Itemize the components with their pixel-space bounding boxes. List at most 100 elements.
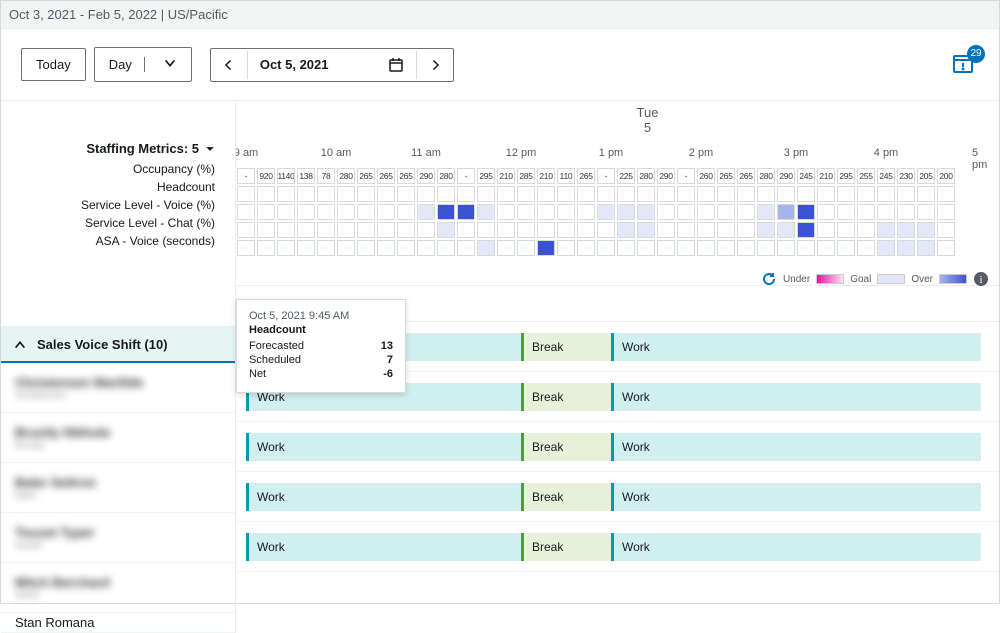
heat-cell[interactable] xyxy=(337,222,355,238)
metric-cell[interactable]: 210 xyxy=(817,168,835,184)
heat-cell[interactable] xyxy=(317,222,335,238)
heat-cell[interactable] xyxy=(897,204,915,220)
heat-cell[interactable] xyxy=(657,240,675,256)
heat-cell[interactable] xyxy=(357,222,375,238)
heat-cell[interactable] xyxy=(717,240,735,256)
metric-cell[interactable]: 920 xyxy=(257,168,275,184)
heat-cell[interactable] xyxy=(237,204,255,220)
heat-cell[interactable] xyxy=(557,240,575,256)
metric-cell[interactable]: 290 xyxy=(417,168,435,184)
schedule-bar-work[interactable]: Work xyxy=(246,483,521,511)
metrics-header[interactable]: Staffing Metrics: 5 xyxy=(1,141,235,156)
heat-cell[interactable] xyxy=(457,204,475,220)
metric-cell[interactable]: 280 xyxy=(637,168,655,184)
heat-cell[interactable] xyxy=(437,186,455,202)
heat-cell[interactable] xyxy=(577,240,595,256)
heat-cell[interactable] xyxy=(417,222,435,238)
heat-cell[interactable] xyxy=(337,240,355,256)
heat-cell[interactable] xyxy=(597,240,615,256)
heat-cell[interactable] xyxy=(677,204,695,220)
metric-cell[interactable]: 225 xyxy=(617,168,635,184)
heat-cell[interactable] xyxy=(277,204,295,220)
schedule-bar-work[interactable]: Work xyxy=(611,383,981,411)
heat-cell[interactable] xyxy=(477,222,495,238)
heat-cell[interactable] xyxy=(637,240,655,256)
heat-cell[interactable] xyxy=(357,186,375,202)
heat-cell[interactable] xyxy=(537,222,555,238)
heat-cell[interactable] xyxy=(617,186,635,202)
schedule-bar-work[interactable]: Work xyxy=(611,533,981,561)
heat-cell[interactable] xyxy=(297,240,315,256)
metric-cell[interactable]: 245 xyxy=(797,168,815,184)
heat-cell[interactable] xyxy=(237,186,255,202)
heat-cell[interactable] xyxy=(817,186,835,202)
heat-cell[interactable] xyxy=(417,204,435,220)
heat-cell[interactable] xyxy=(557,186,575,202)
agent-row[interactable]: Stan Romana xyxy=(1,613,235,633)
heat-cell[interactable] xyxy=(517,204,535,220)
heat-cell[interactable] xyxy=(497,222,515,238)
heat-cell[interactable] xyxy=(437,222,455,238)
heat-cell[interactable] xyxy=(817,240,835,256)
heat-cell[interactable] xyxy=(417,186,435,202)
schedule-bar-break[interactable]: Break xyxy=(521,533,611,561)
heat-cell[interactable] xyxy=(837,240,855,256)
metric-cell[interactable]: 138 xyxy=(297,168,315,184)
heat-cell[interactable] xyxy=(537,186,555,202)
metric-cell[interactable]: 205 xyxy=(917,168,935,184)
metric-cell[interactable]: 295 xyxy=(477,168,495,184)
heat-cell[interactable] xyxy=(297,222,315,238)
view-select[interactable]: Day xyxy=(94,47,192,82)
schedule-bar-work[interactable]: Work xyxy=(611,483,981,511)
heat-cell[interactable] xyxy=(357,204,375,220)
heat-cell[interactable] xyxy=(737,222,755,238)
heat-cell[interactable] xyxy=(557,204,575,220)
heat-cell[interactable] xyxy=(477,204,495,220)
heat-cell[interactable] xyxy=(737,186,755,202)
heat-cell[interactable] xyxy=(797,186,815,202)
metric-cell[interactable]: 290 xyxy=(657,168,675,184)
heat-cell[interactable] xyxy=(797,240,815,256)
heat-cell[interactable] xyxy=(377,204,395,220)
heat-cell[interactable] xyxy=(917,186,935,202)
heat-cell[interactable] xyxy=(877,204,895,220)
metric-cell[interactable]: - xyxy=(677,168,695,184)
heat-cell[interactable] xyxy=(577,204,595,220)
heat-cell[interactable] xyxy=(917,204,935,220)
heat-cell[interactable] xyxy=(517,186,535,202)
heat-cell[interactable] xyxy=(517,240,535,256)
heat-cell[interactable] xyxy=(717,186,735,202)
schedule-bar-work[interactable]: Work xyxy=(611,433,981,461)
metric-cell[interactable]: 290 xyxy=(777,168,795,184)
heat-cell[interactable] xyxy=(457,222,475,238)
heat-cell[interactable] xyxy=(357,240,375,256)
heat-cell[interactable] xyxy=(317,186,335,202)
heat-cell[interactable] xyxy=(397,222,415,238)
heat-cell[interactable] xyxy=(377,240,395,256)
schedule-bar-work[interactable]: Work xyxy=(246,533,521,561)
agent-row[interactable]: Baler Seltronbaler xyxy=(1,463,235,513)
heat-cell[interactable] xyxy=(657,186,675,202)
schedule-bar-break[interactable]: Break xyxy=(521,333,611,361)
heat-cell[interactable] xyxy=(877,240,895,256)
heat-cell[interactable] xyxy=(757,186,775,202)
metric-cell[interactable]: 280 xyxy=(337,168,355,184)
metric-cell[interactable]: 245 xyxy=(877,168,895,184)
heat-cell[interactable] xyxy=(757,240,775,256)
heat-cell[interactable] xyxy=(457,240,475,256)
agent-row[interactable]: Christensen Martildechristensen xyxy=(1,363,235,413)
metric-cell[interactable]: - xyxy=(457,168,475,184)
heat-cell[interactable] xyxy=(837,222,855,238)
heat-cell[interactable] xyxy=(317,204,335,220)
heat-cell[interactable] xyxy=(257,222,275,238)
metric-cell[interactable]: - xyxy=(597,168,615,184)
heat-cell[interactable] xyxy=(437,204,455,220)
alerts-button[interactable]: 29 xyxy=(951,51,979,79)
heat-cell[interactable] xyxy=(777,204,795,220)
heat-cell[interactable] xyxy=(657,222,675,238)
heat-cell[interactable] xyxy=(297,186,315,202)
heat-cell[interactable] xyxy=(437,240,455,256)
heat-cell[interactable] xyxy=(857,240,875,256)
heat-cell[interactable] xyxy=(637,222,655,238)
heat-cell[interactable] xyxy=(237,222,255,238)
